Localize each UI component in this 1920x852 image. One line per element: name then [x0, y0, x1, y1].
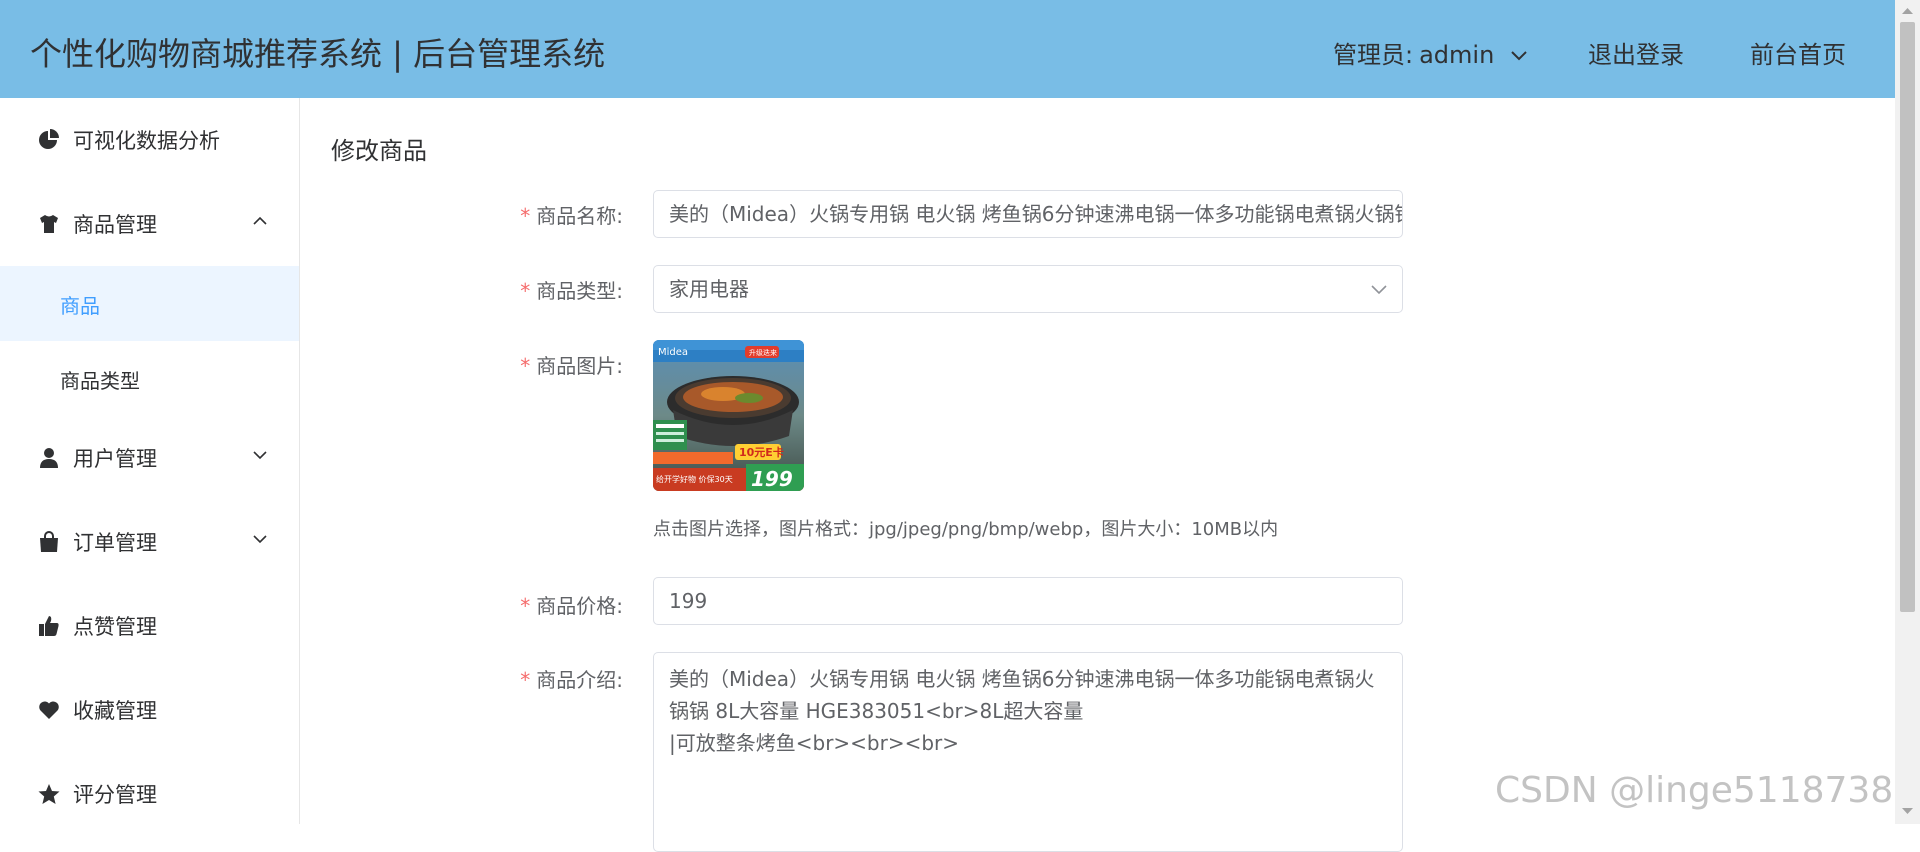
thumbs-up-icon [39, 616, 59, 636]
product-type-select[interactable]: 家用电器 [653, 265, 1403, 313]
sidebar-item-label: 点赞管理 [73, 615, 157, 639]
sidebar-item-label: 订单管理 [73, 531, 157, 555]
watermark: CSDN @linge511873822 [1495, 770, 1920, 811]
sidebar-subitem-product-types[interactable]: 商品类型 [0, 341, 299, 416]
admin-label: 管理员: [1333, 41, 1414, 69]
top-header: 个性化购物商城推荐系统 | 后台管理系统 管理员: admin 退出登录 前台首页 [0, 0, 1895, 98]
sidebar-item-label: 商品管理 [73, 213, 157, 237]
product-image-upload[interactable]: Midea 升级迭来 10元E卡 给开学好物 价保30天 199 [653, 340, 804, 491]
sidebar-item-label: 收藏管理 [73, 699, 157, 723]
required-asterisk: * [520, 354, 531, 378]
chevron-down-icon [1511, 51, 1527, 61]
admin-name: admin [1419, 41, 1495, 69]
product-image: Midea 升级迭来 10元E卡 给开学好物 价保30天 199 [653, 340, 804, 491]
sidebar-subitem-products[interactable]: 商品 [0, 266, 299, 341]
sidebar-item-product-management[interactable]: 商品管理 [0, 182, 299, 266]
tshirt-icon [40, 215, 58, 233]
chevron-up-icon [253, 216, 267, 225]
product-name-label: * 商品名称: [520, 204, 623, 228]
sidebar: 可视化数据分析 商品管理 商品 商品类型 用户管理 订单管理 点赞管理 收藏管理… [0, 98, 300, 824]
chevron-down-icon [1371, 285, 1387, 295]
chevron-down-icon [253, 535, 267, 544]
svg-text:199: 199 [751, 467, 793, 491]
required-asterisk: * [520, 279, 531, 303]
required-asterisk: * [520, 594, 531, 618]
sidebar-item-favorite-management[interactable]: 收藏管理 [0, 668, 299, 752]
product-intro-label: * 商品介绍: [520, 668, 623, 692]
sidebar-item-order-management[interactable]: 订单管理 [0, 500, 299, 584]
svg-text:10元E卡: 10元E卡 [739, 445, 784, 459]
svg-text:Midea: Midea [658, 347, 688, 358]
scrollbar-thumb[interactable] [1900, 22, 1915, 612]
pie-chart-icon [39, 129, 59, 149]
product-type-value: 家用电器 [669, 277, 749, 301]
sidebar-subitem-label: 商品 [60, 294, 100, 318]
heart-icon [39, 701, 59, 719]
sidebar-item-user-management[interactable]: 用户管理 [0, 416, 299, 500]
sidebar-item-like-management[interactable]: 点赞管理 [0, 584, 299, 668]
logout-link[interactable]: 退出登录 [1588, 35, 1684, 70]
product-name-input[interactable]: 美的（Midea）火锅专用锅 电火锅 烤鱼锅6分钟速沸电锅一体多功能锅电煮锅火锅… [653, 190, 1403, 238]
product-intro-textarea[interactable]: 美的（Midea）火锅专用锅 电火锅 烤鱼锅6分钟速沸电锅一体多功能锅电煮锅火锅… [653, 652, 1403, 852]
svg-text:给开学好物 价保30天: 给开学好物 价保30天 [656, 474, 733, 484]
svg-text:升级迭来: 升级迭来 [749, 348, 777, 357]
scroll-up-arrow-icon[interactable] [1901, 6, 1914, 16]
user-icon [40, 448, 58, 468]
page-title: 修改商品 [331, 137, 427, 165]
frontend-home-link[interactable]: 前台首页 [1750, 35, 1846, 70]
product-type-label: * 商品类型: [520, 279, 623, 303]
admin-dropdown[interactable]: 管理员: admin [1333, 35, 1528, 70]
sidebar-subitem-label: 商品类型 [60, 369, 140, 393]
sidebar-item-label: 可视化数据分析 [73, 129, 220, 153]
scroll-down-arrow-icon[interactable] [1901, 806, 1914, 816]
shopping-bag-icon [40, 531, 58, 552]
product-image-label: * 商品图片: [520, 354, 623, 378]
sidebar-item-data-analysis[interactable]: 可视化数据分析 [0, 98, 299, 182]
image-upload-hint: 点击图片选择，图片格式：jpg/jpeg/png/bmp/webp，图片大小：1… [653, 519, 1279, 540]
required-asterisk: * [520, 668, 531, 692]
required-asterisk: * [520, 204, 531, 228]
product-price-label: * 商品价格: [520, 594, 623, 618]
sidebar-item-rating-management[interactable]: 评分管理 [0, 752, 299, 836]
sidebar-item-label: 评分管理 [73, 783, 157, 807]
vertical-scrollbar[interactable] [1895, 0, 1920, 824]
product-price-input[interactable]: 199 [653, 577, 1403, 625]
sidebar-item-label: 用户管理 [73, 447, 157, 471]
star-icon [38, 784, 60, 804]
app-title: 个性化购物商城推荐系统 | 后台管理系统 [30, 35, 606, 73]
chevron-down-icon [253, 451, 267, 460]
